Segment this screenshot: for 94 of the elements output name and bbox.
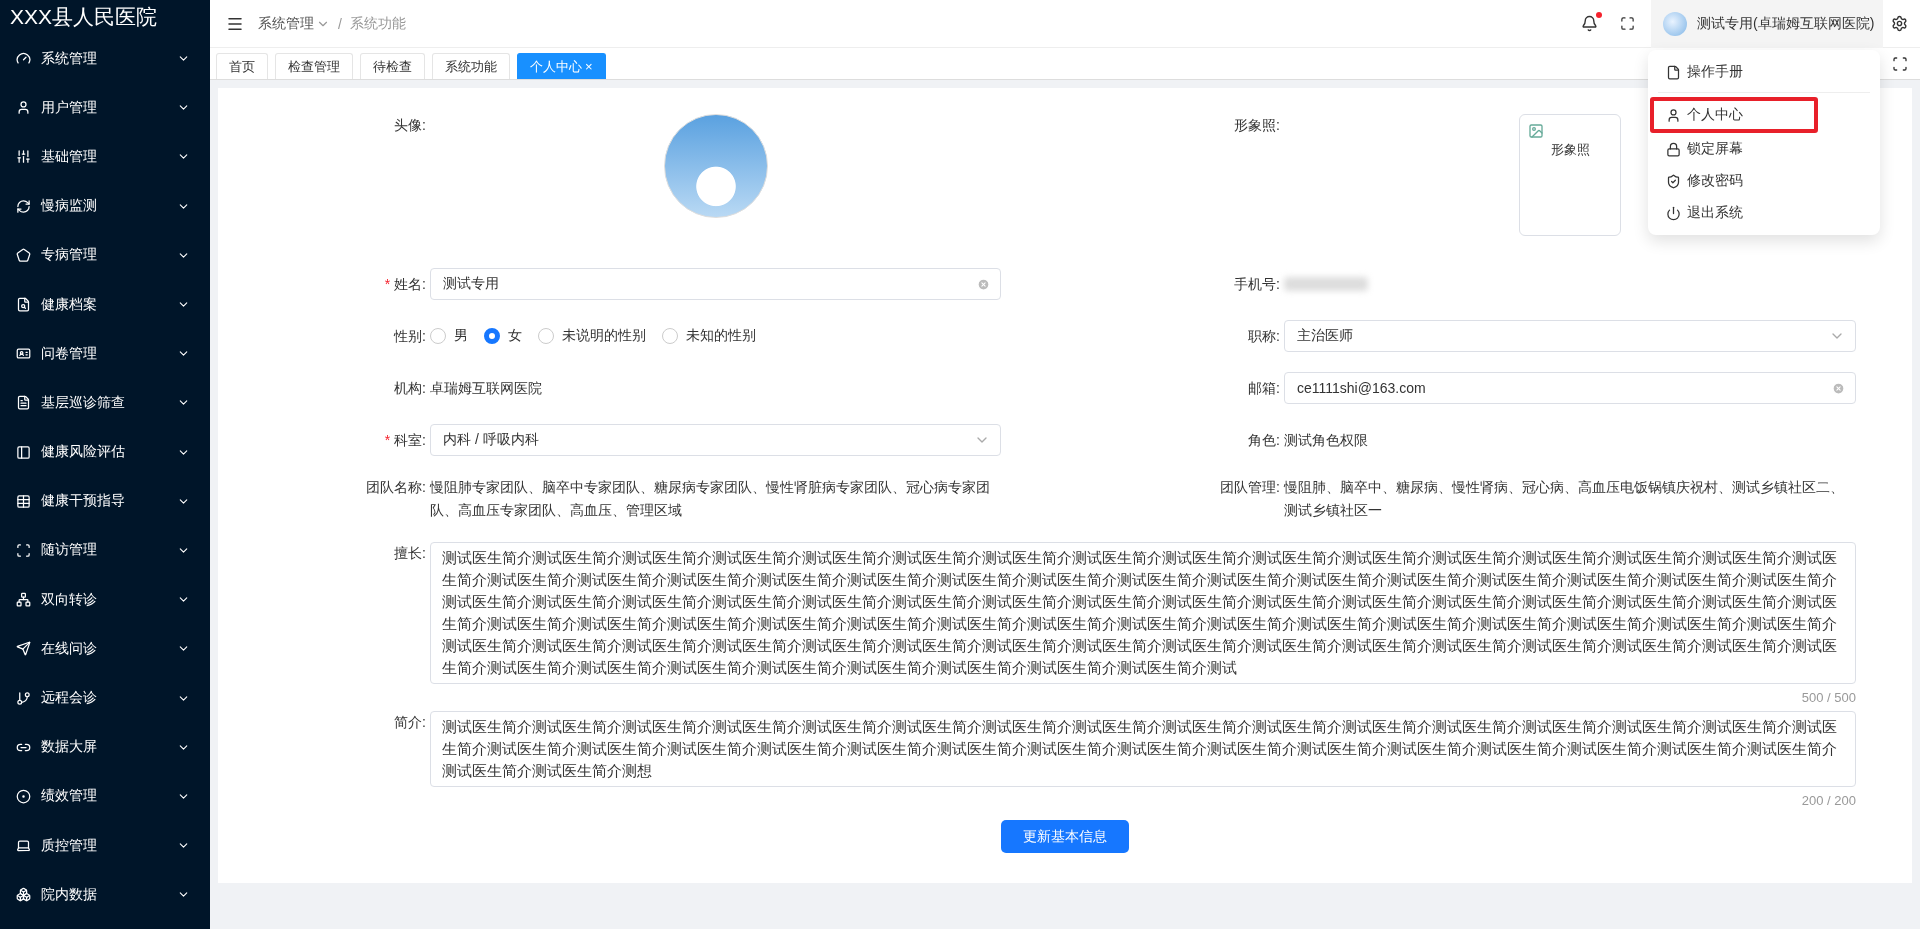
- scan-icon: [16, 542, 31, 558]
- menu-item[interactable]: 操作手册: [1650, 56, 1818, 88]
- char-counter: 500 / 500: [1800, 690, 1856, 705]
- lock-icon: [1666, 141, 1681, 157]
- radio-icon[interactable]: [662, 328, 678, 344]
- shield-icon: [1666, 173, 1681, 189]
- tab[interactable]: 检查管理: [275, 53, 353, 79]
- sidebar-item[interactable]: 数据大屏: [0, 722, 210, 772]
- menu-item[interactable]: 退出系统: [1650, 197, 1818, 229]
- field-label: 简介:: [393, 713, 427, 732]
- sidebar-item[interactable]: 用户管理: [0, 83, 210, 133]
- select-field[interactable]: 内科 / 呼吸内科: [430, 424, 1001, 456]
- sidebar-item[interactable]: 基层巡诊筛查: [0, 378, 210, 428]
- refresh-icon: [16, 198, 31, 214]
- document-icon: [16, 395, 31, 411]
- field-label: * 姓名:: [383, 275, 427, 294]
- tab[interactable]: 首页: [216, 53, 268, 79]
- laptop-icon: [16, 838, 31, 854]
- breadcrumb-separator: /: [338, 15, 342, 32]
- portrait-upload[interactable]: 形象照: [1519, 114, 1621, 236]
- field-label: * 科室:: [383, 431, 427, 450]
- field-label: 角色:: [1247, 431, 1281, 450]
- field-label: 头像:: [393, 116, 427, 135]
- pentagon-icon: [16, 247, 31, 263]
- radio-option[interactable]: 男: [430, 327, 468, 345]
- radio-icon[interactable]: [430, 328, 446, 344]
- broken-image-icon: [1528, 123, 1544, 139]
- sidebar-item[interactable]: 健康风险评估: [0, 427, 210, 477]
- sidebar-item[interactable]: 质控管理: [0, 821, 210, 871]
- field-value: 慢阻肺、脑卒中、糖尿病、慢性肾病、冠心病、高血压电饭锅镇庆祝村、测试乡镇社区二、测试乡镇社区一: [1284, 478, 1845, 520]
- send-icon: [16, 641, 31, 657]
- circle-icon: [16, 788, 31, 804]
- sidebar-item[interactable]: 问卷管理: [0, 329, 210, 379]
- sidebar-item[interactable]: 在线问诊: [0, 624, 210, 674]
- sidebar-item[interactable]: 基础管理: [0, 132, 210, 182]
- menu-item[interactable]: 锁定屏幕: [1650, 133, 1818, 165]
- fullscreen-icon[interactable]: [1620, 16, 1635, 31]
- file-search-icon: [16, 297, 31, 313]
- field-label: 团队名称:: [365, 478, 427, 497]
- menu-item[interactable]: 修改密码: [1650, 165, 1818, 197]
- field-value: 卓瑞姆互联网医院: [430, 378, 543, 398]
- breadcrumb-item[interactable]: 系统管理: [258, 14, 330, 33]
- sidebar-item[interactable]: 绩效管理: [0, 771, 210, 821]
- field-label: 擅长:: [393, 544, 427, 563]
- text-input[interactable]: 测试专用: [430, 268, 1001, 300]
- textarea-field[interactable]: 测试医生简介测试医生简介测试医生简介测试医生简介测试医生简介测试医生简介测试医生简介测试医生简介测试医生简介测试医生简介测试医生简介测试医生简介测试医生简介测试医生简介测试医生简介测试医生简介测试医生简介测试医生简介测试医生简介测试医生简介测试医生简介测试医生简介测试医生简介测试医生简介测试医生简介测试医生简介测试医生简介测试医生简介测试医生简介测试医生简介测试医生简介测试医生简介测试医生简介测想: [430, 711, 1856, 787]
- field-label: 邮箱:: [1247, 379, 1281, 398]
- branch-icon: [16, 690, 31, 706]
- char-counter: 200 / 200: [1800, 793, 1856, 808]
- maximize-icon[interactable]: [1892, 55, 1908, 72]
- document-icon: [1666, 64, 1681, 80]
- field-label: 性别:: [392, 327, 427, 346]
- field-label: 形象照:: [1233, 116, 1281, 135]
- sidebar-item[interactable]: 远程会诊: [0, 673, 210, 723]
- user-icon: [16, 100, 31, 116]
- sidebar-item[interactable]: 慢病监测: [0, 181, 210, 231]
- settings-icon[interactable]: [1891, 15, 1908, 32]
- radio-option[interactable]: 未说明的性别: [538, 327, 646, 345]
- table-icon: [16, 493, 31, 509]
- field-label: 手机号:: [1233, 275, 1281, 294]
- power-icon: [1666, 205, 1681, 221]
- field-label: 机构:: [393, 379, 427, 398]
- field-value: 测试角色权限: [1284, 430, 1369, 450]
- field-label: 团队管理:: [1219, 478, 1281, 497]
- user-icon: [1666, 107, 1681, 123]
- tab[interactable]: 系统功能: [432, 53, 510, 79]
- sidebar-item[interactable]: 双向转诊: [0, 575, 210, 625]
- panel-icon: [16, 444, 31, 460]
- sidebar-item[interactable]: 专病管理: [0, 230, 210, 280]
- id-card-icon: [16, 346, 31, 362]
- radio-option[interactable]: 女: [484, 327, 522, 345]
- boxes-icon: [16, 887, 31, 903]
- sliders-icon: [16, 149, 31, 165]
- field-label: 职称:: [1247, 327, 1281, 346]
- radio-icon[interactable]: [484, 328, 500, 344]
- field-value: 慢阻肺专家团队、脑卒中专家团队、糖尿病专家团队、慢性肾脏病专家团队、冠心病专家团队、高血压专家团队、高血压、管理区域: [430, 478, 991, 520]
- update-button[interactable]: 更新基本信息: [1001, 820, 1129, 853]
- sidebar-item[interactable]: 健康档案: [0, 279, 210, 330]
- tab[interactable]: 待检查: [360, 53, 425, 79]
- sidebar-item[interactable]: 系统管理: [0, 34, 210, 84]
- menu-item[interactable]: 个人中心: [1650, 97, 1818, 133]
- sidebar-item[interactable]: 随访管理: [0, 525, 210, 576]
- sidebar-item[interactable]: 健康干预指导: [0, 476, 210, 526]
- textarea-field[interactable]: 测试医生简介测试医生简介测试医生简介测试医生简介测试医生简介测试医生简介测试医生简介测试医生简介测试医生简介测试医生简介测试医生简介测试医生简介测试医生简介测试医生简介测试医生简介测试医生简介测试医生简介测试医生简介测试医生简介测试医生简介测试医生简介测试医生简介测试医生简介测试医生简介测试医生简介测试医生简介测试医生简介测试医生简介测试医生简介测试医生简介测试医生简介测试医生简介测试医生简介测试医生简介测试医生简介测试医生简介测试医生简介测试医生简介测试医生简介测试医生简介测试医生简介测试医生简介测试医生简介测试医生简介测试医生简介测试医生简介测试医生简介测试医生简介测试医生简介测试医生简介测试医生简介测试医生简介测试医生简介测试医生简介测试医生简介测试医生简介测试医生简介测试医生简介测试医生简介测试医生简介测试医生简介测试医生简介测试医生简介测试医生简介测试医生简介测试医生简介测试医生简介测试医生简介测试医生简介测试医生简介测试医生简介测试医生简介测试医生简介测试医生简介测试医生简介测试医生简介测试医生简介测试医生简介测试医生简介测试医生简介测试医生简介测试医生简介测试医生简介测试医生简介测试医生简介测试医生简介测试: [430, 542, 1856, 684]
- user-avatar: [1663, 11, 1687, 36]
- text-input[interactable]: ce1111shi@163.com: [1284, 372, 1856, 404]
- select-field[interactable]: 主治医师: [1284, 320, 1856, 352]
- network-icon: [16, 592, 31, 608]
- sidebar-item[interactable]: 院内数据: [0, 870, 210, 920]
- app-title: XXX县人民医院: [9, 4, 159, 30]
- radio-option[interactable]: 未知的性别: [662, 327, 756, 345]
- image-alt-text: 形象照: [1550, 141, 1590, 159]
- radio-icon[interactable]: [538, 328, 554, 344]
- user-menu-trigger[interactable]: 测试专用(卓瑞姆互联网医院): [1651, 0, 1883, 48]
